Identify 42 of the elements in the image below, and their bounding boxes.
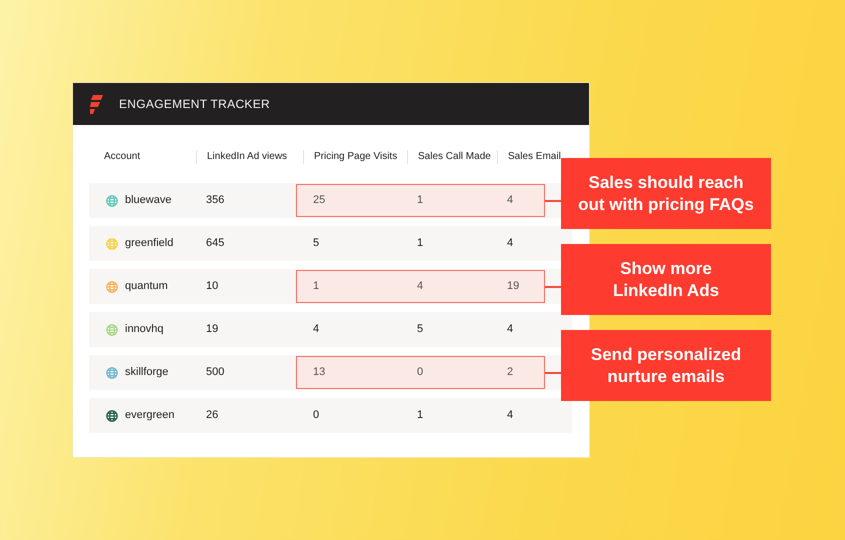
table-cell-text: 13 [313, 365, 326, 380]
column-header: Sales Call Made [407, 150, 497, 164]
table-cell-text: 5 [313, 236, 320, 252]
table-cell-text: 4 [507, 322, 514, 338]
tracker-title: ENGAGEMENT TRACKER [119, 96, 270, 113]
callout-note: Send personalized nurture emails [561, 330, 771, 401]
table-cell-text: 1 [417, 408, 424, 424]
leader-line [545, 200, 561, 202]
table-cell-text: 1 [313, 279, 320, 294]
table-cell-text: 4 [417, 279, 424, 294]
table-cell-text: 4 [507, 408, 514, 424]
table-cell-text: 4 [507, 193, 514, 208]
table-cell-text: 25 [313, 193, 326, 208]
leader-line [545, 372, 561, 374]
table-cell-text: 19 [206, 322, 218, 338]
table-cell-text: 19 [507, 279, 520, 294]
table-cell-text: 26 [206, 408, 218, 424]
table-cell-text: 4 [313, 322, 320, 338]
table-cell-text: 5 [417, 322, 424, 338]
table-cell-text: 10 [206, 279, 218, 294]
column-header: LinkedIn Ad views [196, 150, 303, 164]
account-name: greenfield [125, 236, 174, 252]
table-cell-text: 0 [417, 365, 424, 380]
callout-note: Sales should reach out with pricing FAQs [561, 158, 771, 229]
callout-note: Show more LinkedIn Ads [561, 244, 771, 315]
account-name: innovhq [125, 322, 164, 338]
table-cell-text: 645 [206, 236, 224, 252]
account-name: quantum [125, 279, 168, 294]
table-cell-text: 356 [206, 193, 224, 208]
account-name: evergreen [125, 408, 175, 424]
leader-line [545, 286, 561, 288]
table-cell-text: 4 [507, 236, 514, 252]
account-name: bluewave [125, 193, 172, 208]
table-cell-text: 0 [313, 408, 320, 424]
logo-icon [90, 94, 103, 114]
table-cell-text: 1 [417, 236, 424, 252]
table-cell-text: 500 [206, 365, 224, 380]
table-cell-text: 1 [417, 193, 424, 208]
account-name: skillforge [125, 365, 168, 380]
column-header: Pricing Page Visits [303, 150, 407, 164]
table-cell-text: 2 [507, 365, 514, 380]
column-header: Account [103, 150, 142, 164]
